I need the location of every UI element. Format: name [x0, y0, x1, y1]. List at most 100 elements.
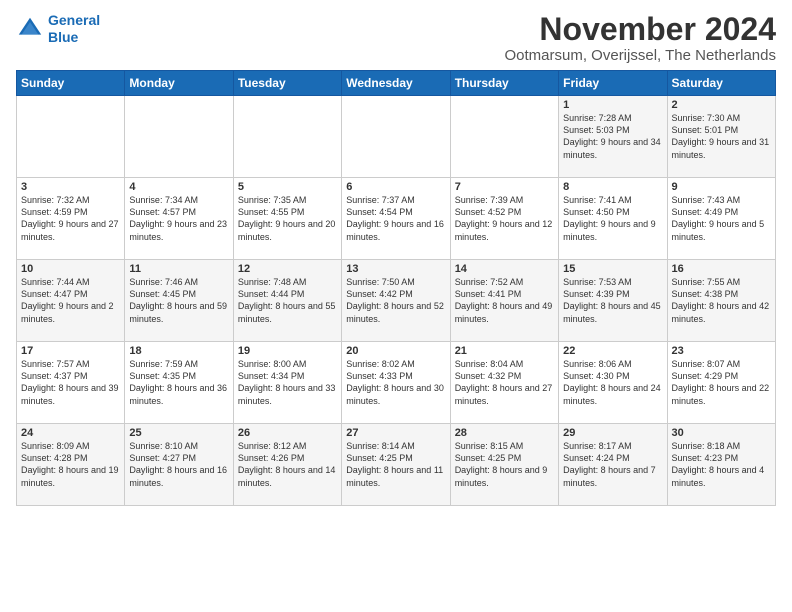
table-row: 20Sunrise: 8:02 AM Sunset: 4:33 PM Dayli…	[342, 342, 450, 424]
day-info: Sunrise: 8:18 AM Sunset: 4:23 PM Dayligh…	[672, 440, 771, 489]
calendar-title: November 2024	[505, 12, 777, 47]
col-sunday: Sunday	[17, 71, 125, 96]
day-number: 23	[672, 345, 771, 357]
day-info: Sunrise: 8:12 AM Sunset: 4:26 PM Dayligh…	[238, 440, 337, 489]
table-row	[450, 96, 558, 178]
table-row: 27Sunrise: 8:14 AM Sunset: 4:25 PM Dayli…	[342, 424, 450, 506]
day-number: 8	[563, 181, 662, 193]
col-friday: Friday	[559, 71, 667, 96]
day-number: 22	[563, 345, 662, 357]
table-row	[342, 96, 450, 178]
day-number: 2	[672, 99, 771, 111]
title-area: November 2024 Ootmarsum, Overijssel, The…	[505, 12, 777, 64]
day-info: Sunrise: 8:10 AM Sunset: 4:27 PM Dayligh…	[129, 440, 228, 489]
day-number: 6	[346, 181, 445, 193]
day-info: Sunrise: 7:57 AM Sunset: 4:37 PM Dayligh…	[21, 358, 120, 407]
day-info: Sunrise: 7:50 AM Sunset: 4:42 PM Dayligh…	[346, 276, 445, 325]
calendar-week-row: 17Sunrise: 7:57 AM Sunset: 4:37 PM Dayli…	[17, 342, 776, 424]
day-info: Sunrise: 8:02 AM Sunset: 4:33 PM Dayligh…	[346, 358, 445, 407]
day-number: 28	[455, 427, 554, 439]
table-row: 15Sunrise: 7:53 AM Sunset: 4:39 PM Dayli…	[559, 260, 667, 342]
table-row	[233, 96, 341, 178]
col-saturday: Saturday	[667, 71, 775, 96]
table-row: 4Sunrise: 7:34 AM Sunset: 4:57 PM Daylig…	[125, 178, 233, 260]
day-number: 18	[129, 345, 228, 357]
day-number: 7	[455, 181, 554, 193]
day-info: Sunrise: 8:17 AM Sunset: 4:24 PM Dayligh…	[563, 440, 662, 489]
table-row: 30Sunrise: 8:18 AM Sunset: 4:23 PM Dayli…	[667, 424, 775, 506]
day-info: Sunrise: 8:06 AM Sunset: 4:30 PM Dayligh…	[563, 358, 662, 407]
day-info: Sunrise: 8:09 AM Sunset: 4:28 PM Dayligh…	[21, 440, 120, 489]
day-number: 20	[346, 345, 445, 357]
day-number: 27	[346, 427, 445, 439]
day-info: Sunrise: 7:52 AM Sunset: 4:41 PM Dayligh…	[455, 276, 554, 325]
table-row: 25Sunrise: 8:10 AM Sunset: 4:27 PM Dayli…	[125, 424, 233, 506]
day-info: Sunrise: 7:55 AM Sunset: 4:38 PM Dayligh…	[672, 276, 771, 325]
day-number: 5	[238, 181, 337, 193]
logo-icon	[16, 15, 44, 43]
calendar-week-row: 24Sunrise: 8:09 AM Sunset: 4:28 PM Dayli…	[17, 424, 776, 506]
table-row: 28Sunrise: 8:15 AM Sunset: 4:25 PM Dayli…	[450, 424, 558, 506]
col-tuesday: Tuesday	[233, 71, 341, 96]
table-row: 16Sunrise: 7:55 AM Sunset: 4:38 PM Dayli…	[667, 260, 775, 342]
day-number: 1	[563, 99, 662, 111]
day-info: Sunrise: 8:07 AM Sunset: 4:29 PM Dayligh…	[672, 358, 771, 407]
day-info: Sunrise: 7:35 AM Sunset: 4:55 PM Dayligh…	[238, 194, 337, 243]
table-row: 9Sunrise: 7:43 AM Sunset: 4:49 PM Daylig…	[667, 178, 775, 260]
table-row: 3Sunrise: 7:32 AM Sunset: 4:59 PM Daylig…	[17, 178, 125, 260]
day-number: 11	[129, 263, 228, 275]
day-number: 14	[455, 263, 554, 275]
calendar-table: Sunday Monday Tuesday Wednesday Thursday…	[16, 70, 776, 506]
day-number: 10	[21, 263, 120, 275]
day-number: 13	[346, 263, 445, 275]
day-number: 9	[672, 181, 771, 193]
day-info: Sunrise: 7:32 AM Sunset: 4:59 PM Dayligh…	[21, 194, 120, 243]
col-wednesday: Wednesday	[342, 71, 450, 96]
day-info: Sunrise: 7:28 AM Sunset: 5:03 PM Dayligh…	[563, 112, 662, 161]
day-info: Sunrise: 7:46 AM Sunset: 4:45 PM Dayligh…	[129, 276, 228, 325]
day-info: Sunrise: 7:30 AM Sunset: 5:01 PM Dayligh…	[672, 112, 771, 161]
day-number: 16	[672, 263, 771, 275]
table-row: 29Sunrise: 8:17 AM Sunset: 4:24 PM Dayli…	[559, 424, 667, 506]
day-info: Sunrise: 8:15 AM Sunset: 4:25 PM Dayligh…	[455, 440, 554, 489]
day-info: Sunrise: 7:48 AM Sunset: 4:44 PM Dayligh…	[238, 276, 337, 325]
table-row: 19Sunrise: 8:00 AM Sunset: 4:34 PM Dayli…	[233, 342, 341, 424]
day-info: Sunrise: 8:04 AM Sunset: 4:32 PM Dayligh…	[455, 358, 554, 407]
table-row: 17Sunrise: 7:57 AM Sunset: 4:37 PM Dayli…	[17, 342, 125, 424]
day-number: 19	[238, 345, 337, 357]
day-number: 21	[455, 345, 554, 357]
day-number: 29	[563, 427, 662, 439]
table-row: 13Sunrise: 7:50 AM Sunset: 4:42 PM Dayli…	[342, 260, 450, 342]
table-row: 18Sunrise: 7:59 AM Sunset: 4:35 PM Dayli…	[125, 342, 233, 424]
day-number: 17	[21, 345, 120, 357]
calendar-header-row: Sunday Monday Tuesday Wednesday Thursday…	[17, 71, 776, 96]
table-row: 23Sunrise: 8:07 AM Sunset: 4:29 PM Dayli…	[667, 342, 775, 424]
day-info: Sunrise: 7:34 AM Sunset: 4:57 PM Dayligh…	[129, 194, 228, 243]
day-info: Sunrise: 7:39 AM Sunset: 4:52 PM Dayligh…	[455, 194, 554, 243]
day-number: 30	[672, 427, 771, 439]
table-row: 22Sunrise: 8:06 AM Sunset: 4:30 PM Dayli…	[559, 342, 667, 424]
col-monday: Monday	[125, 71, 233, 96]
table-row: 7Sunrise: 7:39 AM Sunset: 4:52 PM Daylig…	[450, 178, 558, 260]
table-row: 8Sunrise: 7:41 AM Sunset: 4:50 PM Daylig…	[559, 178, 667, 260]
day-number: 4	[129, 181, 228, 193]
day-info: Sunrise: 7:44 AM Sunset: 4:47 PM Dayligh…	[21, 276, 120, 325]
header: General Blue November 2024 Ootmarsum, Ov…	[16, 12, 776, 64]
day-info: Sunrise: 7:37 AM Sunset: 4:54 PM Dayligh…	[346, 194, 445, 243]
day-number: 3	[21, 181, 120, 193]
day-info: Sunrise: 7:43 AM Sunset: 4:49 PM Dayligh…	[672, 194, 771, 243]
day-number: 24	[21, 427, 120, 439]
day-number: 26	[238, 427, 337, 439]
day-number: 25	[129, 427, 228, 439]
calendar-body: 1Sunrise: 7:28 AM Sunset: 5:03 PM Daylig…	[17, 96, 776, 506]
calendar-week-row: 10Sunrise: 7:44 AM Sunset: 4:47 PM Dayli…	[17, 260, 776, 342]
table-row	[17, 96, 125, 178]
table-row: 10Sunrise: 7:44 AM Sunset: 4:47 PM Dayli…	[17, 260, 125, 342]
day-number: 15	[563, 263, 662, 275]
calendar-subtitle: Ootmarsum, Overijssel, The Netherlands	[505, 47, 777, 64]
table-row: 26Sunrise: 8:12 AM Sunset: 4:26 PM Dayli…	[233, 424, 341, 506]
day-info: Sunrise: 7:53 AM Sunset: 4:39 PM Dayligh…	[563, 276, 662, 325]
calendar-week-row: 1Sunrise: 7:28 AM Sunset: 5:03 PM Daylig…	[17, 96, 776, 178]
table-row: 6Sunrise: 7:37 AM Sunset: 4:54 PM Daylig…	[342, 178, 450, 260]
table-row: 11Sunrise: 7:46 AM Sunset: 4:45 PM Dayli…	[125, 260, 233, 342]
